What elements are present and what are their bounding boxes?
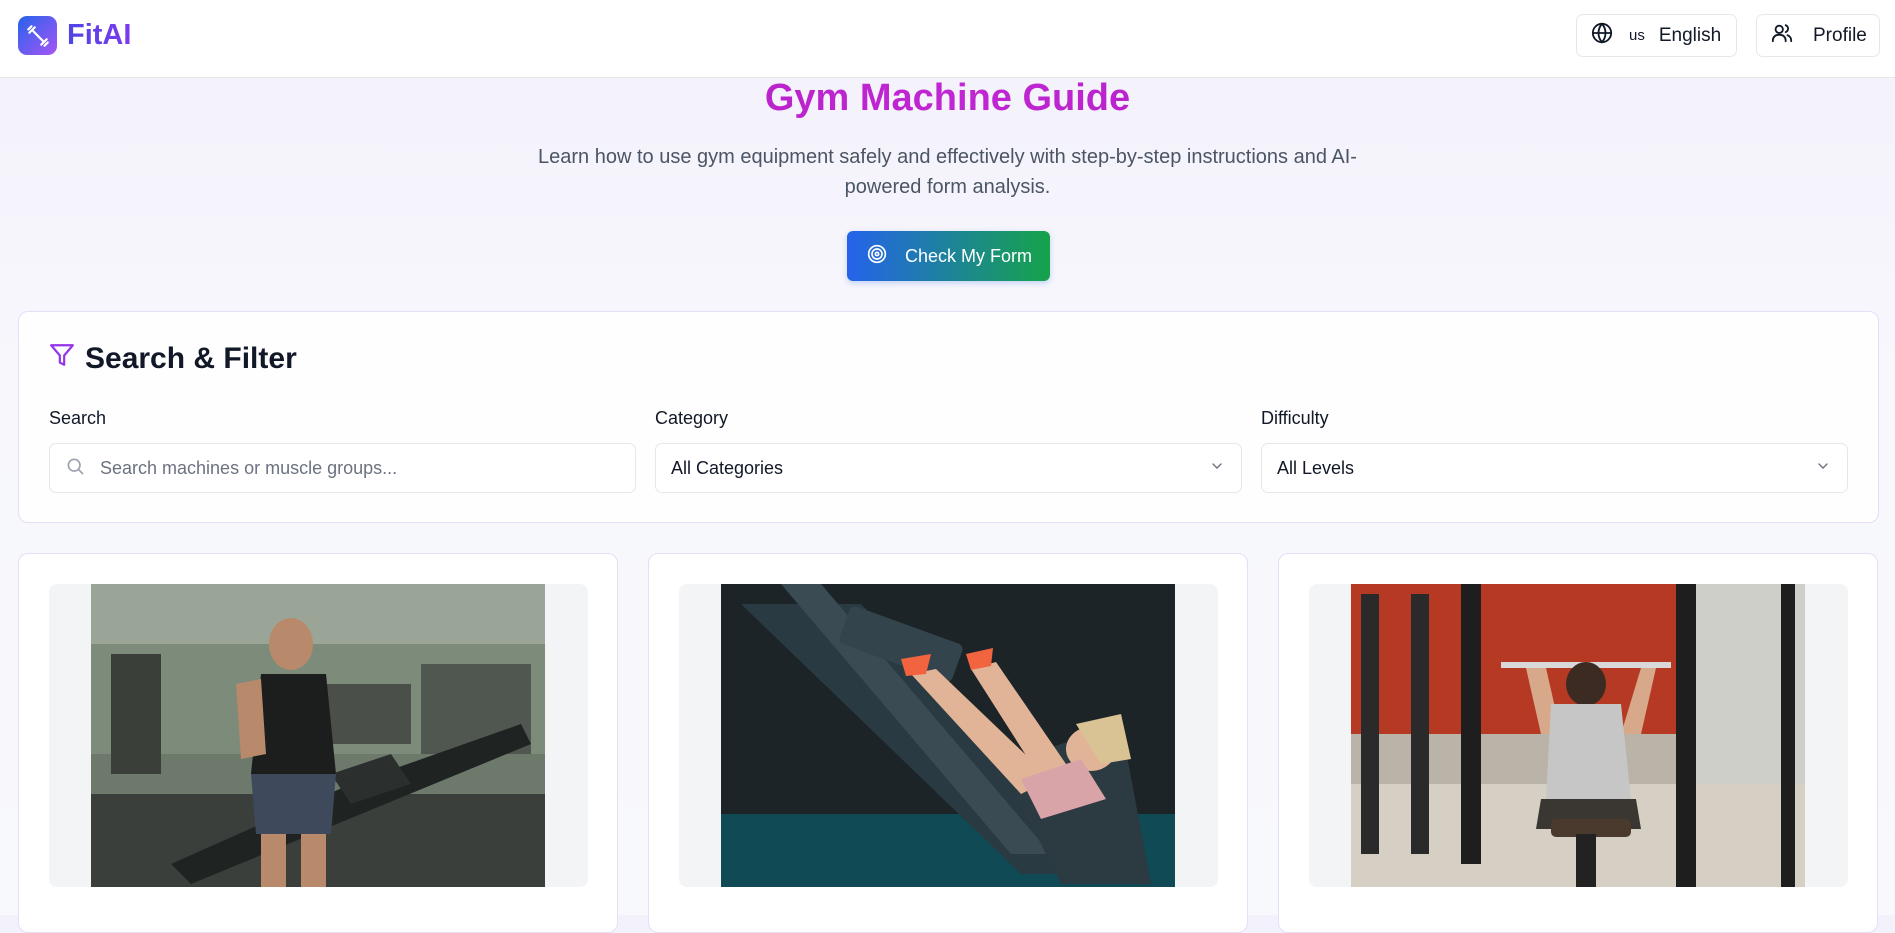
language-label: English	[1658, 24, 1722, 46]
lat-pulldown-photo	[1351, 584, 1805, 887]
app-name: FitAI	[67, 19, 132, 51]
search-input[interactable]	[100, 457, 600, 479]
machine-image-frame	[679, 584, 1218, 887]
leg-press-photo	[721, 584, 1175, 887]
category-select[interactable]: All Categories	[655, 443, 1242, 493]
difficulty-label: Difficulty	[1261, 408, 1329, 428]
machine-card[interactable]	[1278, 553, 1878, 933]
machine-image-frame	[1309, 584, 1848, 887]
profile-label: Profile	[1813, 24, 1867, 46]
profile-button[interactable]: Profile	[1756, 14, 1880, 57]
check-my-form-button[interactable]: Check My Form	[847, 231, 1050, 281]
globe-icon	[1591, 21, 1613, 50]
dumbbell-icon	[18, 16, 57, 55]
page-title: Gym Machine Guide	[0, 77, 1895, 120]
category-selected-value: All Categories	[671, 457, 784, 478]
filter-icon	[49, 342, 75, 376]
chevron-down-icon	[1815, 458, 1831, 479]
difficulty-selected-value: All Levels	[1277, 457, 1355, 478]
treadmill-photo	[91, 584, 545, 887]
search-icon	[65, 456, 85, 481]
machine-card[interactable]	[648, 553, 1248, 933]
language-selector[interactable]: us English	[1576, 14, 1737, 57]
app-logo[interactable]: FitAI	[18, 16, 131, 55]
difficulty-select[interactable]: All Levels	[1261, 443, 1848, 493]
search-filter-panel: Search & Filter Search Category All Cate…	[18, 311, 1879, 523]
page-subtitle: Learn how to use gym equipment safely an…	[538, 146, 1357, 198]
cta-label: Check My Form	[905, 245, 1033, 266]
filter-title: Search & Filter	[85, 342, 297, 375]
language-flag-code: us	[1629, 27, 1645, 44]
category-label: Category	[655, 408, 729, 428]
search-box[interactable]	[49, 443, 636, 493]
machine-image-frame	[49, 584, 588, 887]
filter-heading: Search & Filter	[49, 342, 297, 376]
search-label: Search	[49, 408, 107, 428]
chevron-down-icon	[1209, 458, 1225, 479]
target-icon	[867, 244, 887, 269]
top-navbar: FitAI us English Profile	[0, 0, 1895, 78]
users-icon	[1771, 22, 1793, 50]
machine-card[interactable]	[18, 553, 618, 933]
